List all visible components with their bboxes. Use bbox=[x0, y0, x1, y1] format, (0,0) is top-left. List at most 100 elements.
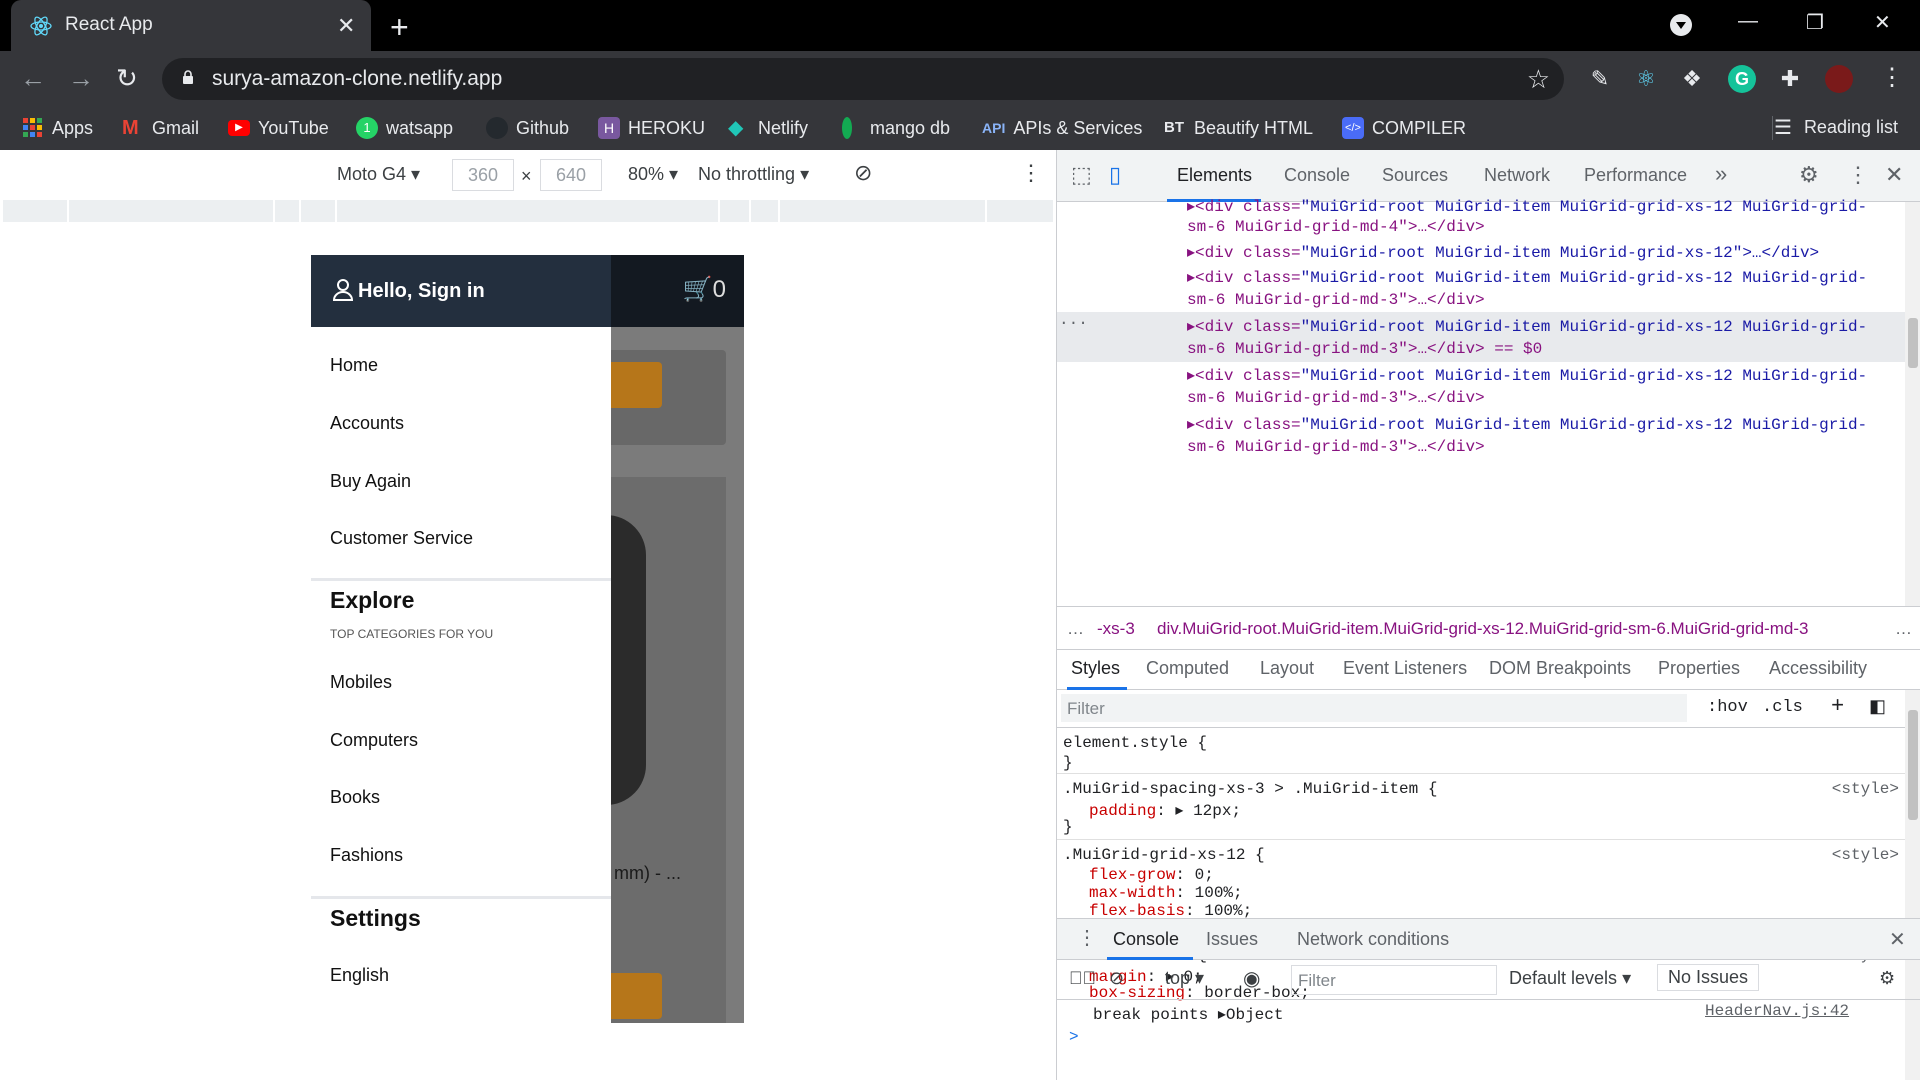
console-log-object[interactable]: Object bbox=[1226, 1006, 1284, 1024]
bookmark-watsapp[interactable]: 1 watsapp bbox=[356, 115, 453, 141]
drawer-tab-network-conditions[interactable]: Network conditions bbox=[1297, 929, 1449, 950]
close-devtools-icon[interactable]: ✕ bbox=[1885, 162, 1903, 188]
bookmark-gmail[interactable]: M Gmail bbox=[122, 115, 199, 141]
tab-dom-breakpoints[interactable]: DOM Breakpoints bbox=[1489, 658, 1631, 679]
address-bar[interactable]: surya-amazon-clone.netlify.app ☆ bbox=[162, 58, 1564, 100]
bookmark-apps[interactable]: Apps bbox=[22, 115, 93, 141]
more-tabs-icon[interactable]: » bbox=[1715, 161, 1727, 187]
pen-extension-icon[interactable]: ✎ bbox=[1586, 65, 1614, 93]
log-levels-select[interactable]: Default levels ▾ bbox=[1509, 968, 1631, 989]
tab-accessibility[interactable]: Accessibility bbox=[1769, 658, 1867, 679]
dom-node[interactable]: ▸<div class="MuiGrid-root MuiGrid-item M… bbox=[1187, 196, 1867, 216]
bookmark-netlify[interactable]: ◆ Netlify bbox=[728, 115, 808, 141]
cls-toggle[interactable]: .cls bbox=[1762, 698, 1803, 717]
elements-scroll-thumb[interactable] bbox=[1908, 318, 1918, 368]
bookmark-apis-services[interactable]: API APIs & Services bbox=[982, 115, 1142, 141]
menu-item-english[interactable]: English bbox=[330, 965, 389, 986]
dom-node[interactable]: ▸<div class="MuiGrid-root MuiGrid-item M… bbox=[1187, 242, 1819, 262]
tab-console[interactable]: Console bbox=[1284, 165, 1350, 186]
bookmark-youtube[interactable]: ▶ YouTube bbox=[228, 115, 329, 141]
width-input[interactable]: 360 bbox=[452, 159, 514, 191]
devtools-menu-icon[interactable]: ⋮ bbox=[1847, 162, 1869, 188]
avatar[interactable] bbox=[1825, 65, 1853, 93]
browser-tab[interactable]: React App ✕ bbox=[11, 0, 371, 51]
console-scrollbar[interactable] bbox=[1905, 1000, 1920, 1080]
styles-filter-input[interactable]: Filter bbox=[1061, 694, 1687, 722]
device-more-icon[interactable]: ⋮ bbox=[1020, 160, 1042, 186]
console-prompt[interactable]: > bbox=[1069, 1028, 1079, 1046]
tab-network[interactable]: Network bbox=[1484, 165, 1550, 186]
breadcrumb-more[interactable]: … bbox=[1067, 619, 1084, 639]
forward-icon[interactable]: → bbox=[68, 63, 94, 94]
tab-sources[interactable]: Sources bbox=[1382, 165, 1448, 186]
rule-property[interactable]: max-width: 100%; bbox=[1089, 884, 1243, 902]
bookmark-heroku[interactable]: H HEROKU bbox=[598, 115, 705, 141]
dom-node[interactable]: ▸<div class="MuiGrid-root MuiGrid-item M… bbox=[1187, 267, 1867, 287]
tab-search-icon[interactable] bbox=[1670, 14, 1692, 36]
add-to-cart-button[interactable] bbox=[606, 973, 662, 1019]
rule-source-link[interactable]: <style> bbox=[1832, 780, 1899, 798]
settings-gear-icon[interactable]: ⚙ bbox=[1799, 162, 1819, 188]
menu-item-fashions[interactable]: Fashions bbox=[330, 845, 403, 866]
dom-node[interactable]: ▸<div class="MuiGrid-root MuiGrid-item M… bbox=[1187, 414, 1867, 434]
menu-item-home[interactable]: Home bbox=[330, 355, 378, 376]
media-query-bar[interactable] bbox=[3, 200, 1053, 222]
tab-computed[interactable]: Computed bbox=[1146, 658, 1229, 679]
clear-console-icon[interactable]: ⊘ bbox=[1109, 968, 1124, 989]
minimize-icon[interactable]: — bbox=[1738, 10, 1758, 33]
drawer-menu-icon[interactable]: ⋮ bbox=[1077, 925, 1097, 950]
live-expression-eye-icon[interactable]: ◉ bbox=[1243, 966, 1260, 991]
react-devtools-icon[interactable]: ⚛ bbox=[1632, 65, 1660, 93]
dom-node[interactable]: ▸<div class="MuiGrid-root MuiGrid-item M… bbox=[1187, 365, 1867, 385]
drawer-tab-console[interactable]: Console bbox=[1113, 929, 1179, 950]
menu-item-accounts[interactable]: Accounts bbox=[330, 413, 404, 434]
menu-item-buy-again[interactable]: Buy Again bbox=[330, 471, 411, 492]
style-rule[interactable]: .MuiGrid-spacing-xs-3 > .MuiGrid-item { … bbox=[1057, 774, 1905, 840]
tab-properties[interactable]: Properties bbox=[1658, 658, 1740, 679]
tab-performance[interactable]: Performance bbox=[1584, 165, 1687, 186]
rotate-icon[interactable]: ⊘ bbox=[854, 160, 872, 186]
close-tab-icon[interactable]: ✕ bbox=[337, 13, 355, 39]
close-window-icon[interactable]: ✕ bbox=[1874, 10, 1891, 35]
bookmark-mango-db[interactable]: mango db bbox=[842, 115, 950, 141]
tab-elements[interactable]: Elements bbox=[1177, 165, 1252, 186]
reading-list-button[interactable]: ☰ Reading list bbox=[1774, 115, 1898, 140]
zoom-select[interactable]: 80% ▾ bbox=[628, 164, 678, 185]
grammarly-icon[interactable]: G bbox=[1728, 65, 1756, 93]
menu-item-customer-service[interactable]: Customer Service bbox=[330, 528, 473, 549]
menu-item-computers[interactable]: Computers bbox=[330, 730, 418, 751]
rule-source-link[interactable]: <style> bbox=[1832, 846, 1899, 864]
tab-styles[interactable]: Styles bbox=[1071, 658, 1120, 679]
console-log-source-link[interactable]: HeaderNav.js:42 bbox=[1705, 1002, 1849, 1020]
bookmark-beautify-html[interactable]: BT Beautify HTML bbox=[1164, 115, 1313, 141]
cart-button[interactable]: 🛒0 bbox=[683, 275, 726, 304]
product-title[interactable]: mm) - ... bbox=[614, 863, 681, 884]
node-more-icon[interactable]: ··· bbox=[1059, 314, 1088, 332]
breadcrumb-more[interactable]: … bbox=[1895, 619, 1912, 639]
height-input[interactable]: 640 bbox=[540, 159, 602, 191]
drawer-header[interactable]: Hello, Sign in bbox=[311, 255, 611, 327]
menu-item-books[interactable]: Books bbox=[330, 787, 380, 808]
browser-menu-icon[interactable]: ⋮ bbox=[1880, 63, 1904, 92]
menu-item-mobiles[interactable]: Mobiles bbox=[330, 672, 392, 693]
context-select[interactable]: top ▾ bbox=[1165, 968, 1204, 989]
drawer-tab-issues[interactable]: Issues bbox=[1206, 929, 1258, 950]
sidebar-toggle-icon[interactable]: ◧ bbox=[1869, 696, 1886, 718]
dom-node-selected[interactable]: ▸<div class="MuiGrid-root MuiGrid-item M… bbox=[1187, 316, 1867, 336]
breadcrumb-item-selected[interactable]: div.MuiGrid-root.MuiGrid-item.MuiGrid-gr… bbox=[1157, 619, 1808, 639]
tab-layout[interactable]: Layout bbox=[1260, 658, 1314, 679]
tab-event-listeners[interactable]: Event Listeners bbox=[1343, 658, 1467, 679]
rule-property[interactable]: flex-grow: 0; bbox=[1089, 866, 1214, 884]
device-select[interactable]: Moto G4 ▾ bbox=[337, 164, 420, 185]
bookmark-compiler[interactable]: </> COMPILER bbox=[1342, 115, 1466, 141]
styles-scroll-thumb[interactable] bbox=[1908, 710, 1918, 820]
device-toggle-icon[interactable]: ▯ bbox=[1109, 162, 1121, 188]
shield-extension-icon[interactable]: ❖ bbox=[1678, 65, 1706, 93]
console-filter-input[interactable]: Filter bbox=[1291, 965, 1497, 995]
hov-toggle[interactable]: :hov bbox=[1707, 698, 1748, 717]
issues-button[interactable]: No Issues bbox=[1657, 964, 1760, 991]
restore-icon[interactable]: ❐ bbox=[1806, 10, 1824, 35]
add-rule-icon[interactable]: + bbox=[1831, 694, 1844, 719]
console-sidebar-icon[interactable]: ▶⃞ bbox=[1069, 968, 1096, 989]
bookmark-github[interactable]: Github bbox=[486, 115, 569, 141]
